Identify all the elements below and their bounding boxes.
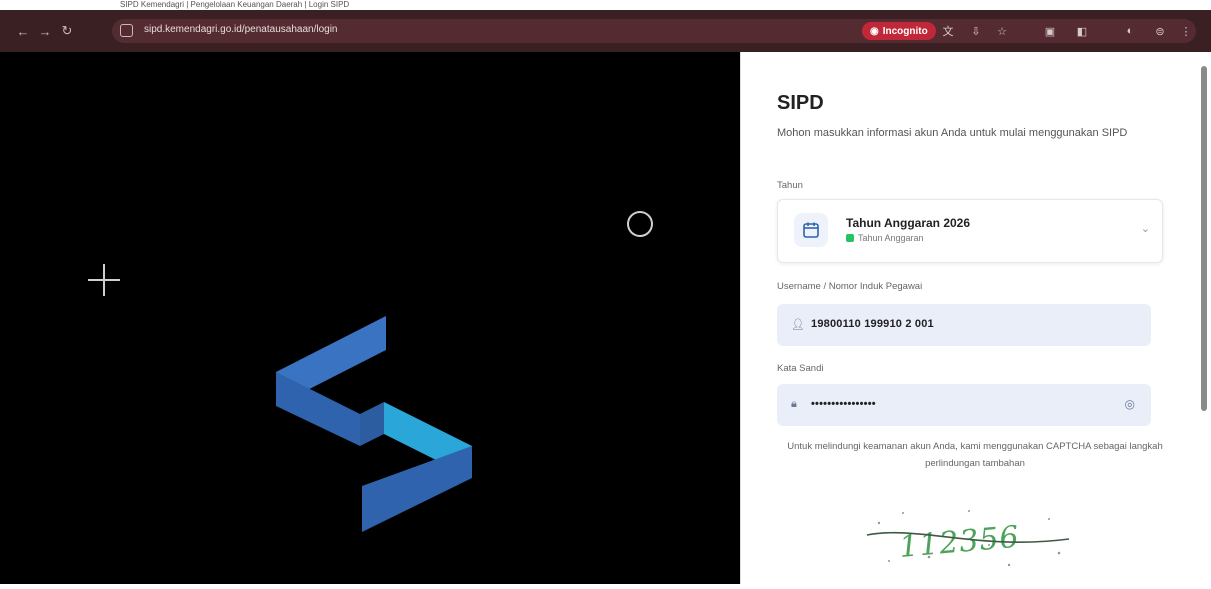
forward-icon[interactable]: →: [34, 20, 56, 42]
username-value: 19800110 199910 2 001: [811, 318, 934, 330]
hero-panel: [0, 52, 740, 584]
hero-art: [88, 211, 653, 532]
username-label: Username / Nomor Induk Pegawai: [777, 281, 923, 292]
password-value: ••••••••••••••••: [811, 398, 876, 410]
scrollbar[interactable]: [1201, 66, 1207, 411]
login-panel: SIPD Mohon masukkan informasi akun Anda …: [740, 52, 1211, 584]
incognito-icon: ◉: [870, 25, 879, 37]
year-label: Tahun: [777, 180, 803, 191]
chevron-down-icon[interactable]: ⌄: [1141, 222, 1150, 235]
year-sub-text: Tahun Anggaran: [858, 233, 924, 243]
bookmark-star-icon[interactable]: ☆: [994, 23, 1010, 39]
sidebar-icon[interactable]: ◧: [1074, 23, 1090, 39]
downloads-icon[interactable]: ⊜: [1152, 23, 1168, 39]
year-subtitle: Tahun Anggaran: [846, 233, 924, 243]
sipd-logo: [276, 316, 472, 532]
address-bar[interactable]: sipd.kemendagri.go.id/penatausahaan/logi…: [112, 19, 1196, 43]
profile-icon[interactable]: ◐: [1122, 23, 1138, 39]
menu-icon[interactable]: ⋮: [1178, 23, 1194, 39]
extension-icon[interactable]: ▣: [1042, 23, 1058, 39]
year-select[interactable]: Tahun Anggaran 2026 Tahun Anggaran ⌄: [777, 199, 1163, 263]
tab-strip: SIPD Kemendagri | Pengelolaan Keuangan D…: [0, 0, 1211, 10]
nav-buttons: ← → ↻: [12, 10, 78, 52]
browser-toolbar: ← → ↻ sipd.kemendagri.go.id/penatausahaa…: [0, 10, 1211, 52]
reload-icon[interactable]: ↻: [56, 20, 78, 42]
incognito-label: Incognito: [882, 25, 928, 37]
incognito-badge[interactable]: ◉ Incognito: [862, 22, 936, 40]
captcha-image: 112356: [866, 510, 1070, 567]
page-title: SIPD: [777, 92, 824, 114]
user-icon: 👤︎: [791, 319, 805, 331]
lock-icon: 🔒︎: [791, 398, 797, 410]
back-icon[interactable]: ←: [12, 20, 34, 42]
page-subtitle: Mohon masukkan informasi akun Anda untuk…: [777, 127, 1128, 139]
circle-mark: [627, 211, 653, 237]
password-field[interactable]: 🔒︎ •••••••••••••••• ◎: [777, 384, 1151, 426]
username-field[interactable]: 👤︎ 19800110 199910 2 001: [777, 304, 1151, 346]
tab-title[interactable]: SIPD Kemendagri | Pengelolaan Keuangan D…: [120, 0, 349, 9]
install-icon[interactable]: ⇩: [968, 23, 984, 39]
password-label: Kata Sandi: [777, 363, 824, 374]
status-dot-icon: [846, 234, 854, 242]
plus-mark: [88, 264, 120, 296]
captcha-note: Untuk melindungi keamanan akun Anda, kam…: [787, 441, 1163, 469]
show-password-icon[interactable]: ◎: [1125, 397, 1135, 411]
site-info-icon[interactable]: [120, 24, 133, 37]
url-text[interactable]: sipd.kemendagri.go.id/penatausahaan/logi…: [144, 24, 337, 35]
translate-icon[interactable]: 文: [940, 23, 956, 39]
calendar-icon: [794, 213, 828, 247]
year-title: Tahun Anggaran 2026: [846, 216, 971, 230]
